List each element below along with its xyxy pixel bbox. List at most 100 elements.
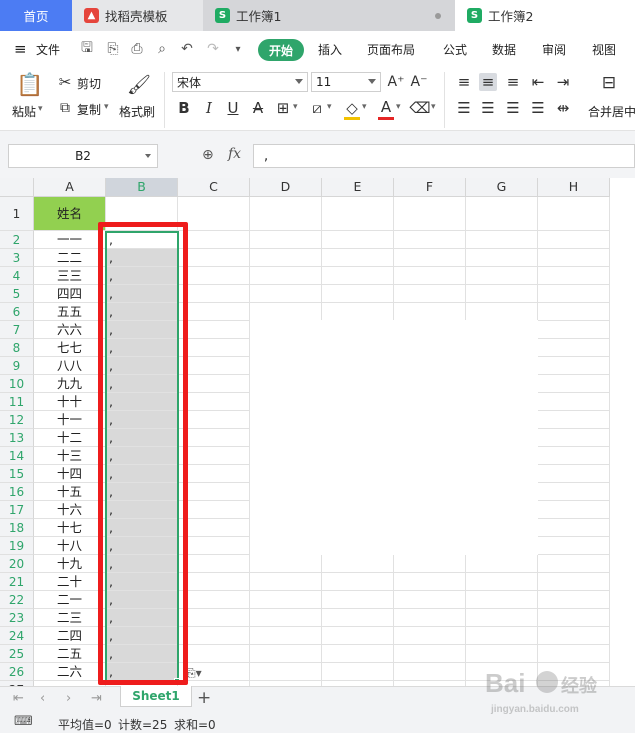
grid-cell[interactable] [538, 411, 610, 429]
table-row-value-cell[interactable]: , [106, 303, 178, 321]
paste-options-icon[interactable]: ⎘▾ [186, 666, 212, 682]
grid-cell[interactable] [394, 663, 466, 681]
table-row-value-cell[interactable]: , [106, 573, 178, 591]
grid-cell[interactable] [538, 483, 610, 501]
border-dropdown-icon[interactable]: ▾ [293, 102, 298, 112]
row-header[interactable]: 19 [0, 537, 34, 555]
grid-cell[interactable] [178, 411, 250, 429]
copy-button[interactable]: 复制 [77, 101, 101, 118]
grid-cell[interactable] [250, 645, 322, 663]
table-row-name-cell[interactable]: 六六 [34, 321, 106, 339]
row-header[interactable]: 25 [0, 645, 34, 663]
grid-cell[interactable] [538, 627, 610, 645]
grid-cell[interactable] [250, 555, 322, 573]
grid-cell[interactable] [322, 627, 394, 645]
distribute-icon[interactable]: ⇹ [554, 99, 572, 117]
table-row-name-cell[interactable]: 二四 [34, 627, 106, 645]
zoom-function-icon[interactable]: ⊕ [202, 147, 214, 163]
grid-cell[interactable] [466, 197, 538, 231]
undo-icon[interactable]: ↶ [178, 40, 196, 58]
merge-center-button[interactable]: 合并居中 [588, 103, 635, 120]
grid-cell[interactable] [538, 267, 610, 285]
column-header-a[interactable]: A [34, 178, 106, 197]
grid-cell[interactable] [178, 321, 250, 339]
table-row-value-cell[interactable]: , [106, 375, 178, 393]
menu-view[interactable]: 视图 [592, 41, 616, 58]
print-preview-icon[interactable]: ⌕ [153, 40, 171, 58]
table-row-name-cell[interactable]: 二五 [34, 645, 106, 663]
font-size-select[interactable]: 11 [311, 72, 381, 92]
grid-cell[interactable] [322, 249, 394, 267]
grid-cell[interactable] [538, 321, 610, 339]
row-header[interactable]: 14 [0, 447, 34, 465]
grid-cell[interactable] [394, 303, 466, 321]
cell-b1[interactable] [106, 197, 178, 231]
spreadsheet-grid[interactable]: A B C D E F G H 1 姓名 2 一一, 3 二二, 4 三三, 5 四四, 6 五五, 7 六六, 8 七七, 9… [0, 178, 635, 686]
grid-cell[interactable] [322, 303, 394, 321]
font-name-select[interactable]: 宋体 [172, 72, 308, 92]
grid-cell[interactable] [178, 483, 250, 501]
grid-cell[interactable] [538, 501, 610, 519]
table-row-value-cell[interactable]: , [106, 663, 178, 681]
grid-cell[interactable] [466, 303, 538, 321]
table-row-name-cell[interactable]: 三三 [34, 267, 106, 285]
grid-cell[interactable] [538, 285, 610, 303]
menu-page-layout[interactable]: 页面布局 [367, 41, 415, 58]
fill-color-icon[interactable]: ◇ [343, 99, 361, 117]
grid-cell[interactable] [322, 197, 394, 231]
table-row-value-cell[interactable]: , [106, 429, 178, 447]
row-header[interactable]: 15 [0, 465, 34, 483]
grid-cell[interactable] [178, 267, 250, 285]
tab-workbook2[interactable]: S 工作簿2 [455, 0, 635, 31]
table-row-name-cell[interactable]: 十八 [34, 537, 106, 555]
grid-cell[interactable] [538, 465, 610, 483]
grid-cell[interactable] [178, 627, 250, 645]
grid-cell[interactable] [178, 465, 250, 483]
grid-cell[interactable] [250, 609, 322, 627]
grid-cell[interactable] [178, 303, 250, 321]
decrease-indent-icon[interactable]: ⇤ [529, 73, 547, 91]
print-icon[interactable]: ⎙ [128, 40, 146, 58]
row-header[interactable]: 7 [0, 321, 34, 339]
table-row-name-cell[interactable]: 十三 [34, 447, 106, 465]
grid-cell[interactable] [538, 357, 610, 375]
fill-color-dropdown-icon[interactable]: ▾ [362, 102, 367, 112]
first-sheet-icon[interactable]: ⇤ [13, 691, 24, 706]
row-header[interactable]: 3 [0, 249, 34, 267]
grid-cell[interactable] [466, 285, 538, 303]
grid-cell[interactable] [394, 555, 466, 573]
table-row-value-cell[interactable]: , [106, 519, 178, 537]
select-all-corner[interactable] [0, 178, 34, 197]
menu-file[interactable]: 文件 [36, 41, 60, 58]
grid-cell[interactable] [178, 555, 250, 573]
menu-data[interactable]: 数据 [492, 41, 516, 58]
bold-icon[interactable]: B [175, 99, 193, 117]
sheet-tab-sheet1[interactable]: Sheet1 [120, 686, 192, 707]
grid-cell[interactable] [250, 267, 322, 285]
table-row-name-cell[interactable]: 十一 [34, 411, 106, 429]
column-header-f[interactable]: F [394, 178, 466, 197]
grid-cell[interactable] [538, 537, 610, 555]
row-header[interactable]: 20 [0, 555, 34, 573]
scissors-icon[interactable]: ✂ [56, 73, 74, 91]
table-row-name-cell[interactable]: 二三 [34, 609, 106, 627]
grid-cell[interactable] [538, 447, 610, 465]
grid-cell[interactable] [394, 609, 466, 627]
row-header[interactable]: 18 [0, 519, 34, 537]
save-icon[interactable]: 🖫 [78, 40, 96, 58]
row-header[interactable]: 5 [0, 285, 34, 303]
table-row-name-cell[interactable]: 七七 [34, 339, 106, 357]
grid-cell[interactable] [538, 519, 610, 537]
row-header[interactable]: 11 [0, 393, 34, 411]
grid-cell[interactable] [394, 627, 466, 645]
prev-sheet-icon[interactable]: ‹ [40, 691, 45, 706]
last-sheet-icon[interactable]: ⇥ [91, 691, 102, 706]
table-row-value-cell[interactable]: , [106, 591, 178, 609]
redo-icon[interactable]: ↷ [204, 40, 222, 58]
grid-cell[interactable] [322, 267, 394, 285]
format-painter-button[interactable]: 格式刷 [119, 103, 155, 120]
decrease-font-icon[interactable]: A⁻ [410, 73, 428, 91]
grid-cell[interactable] [178, 537, 250, 555]
grid-cell[interactable] [466, 591, 538, 609]
grid-cell[interactable] [394, 573, 466, 591]
